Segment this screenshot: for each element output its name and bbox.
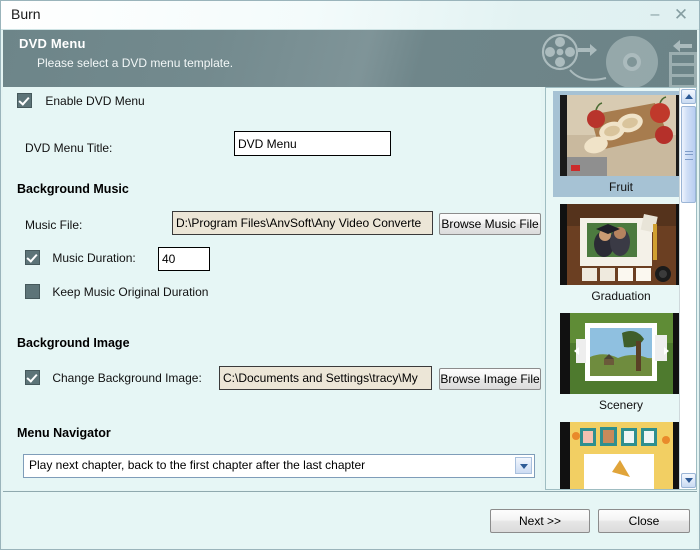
browse-music-file-button[interactable]: Browse Music File [439, 213, 541, 235]
scrollbar-thumb[interactable] [681, 106, 696, 203]
next-button[interactable]: Next >> [490, 509, 590, 533]
template-item-4[interactable] [553, 418, 689, 490]
music-duration-label: Music Duration: [52, 251, 135, 265]
enable-dvd-menu-checkbox[interactable] [17, 93, 32, 108]
dvd-menu-title-input[interactable] [234, 131, 391, 156]
arrow-left-icon [673, 40, 692, 52]
template-label-graduation: Graduation [553, 289, 689, 303]
template-list-panel: Fruit [545, 87, 697, 490]
arrow-right-icon [578, 44, 597, 56]
enable-dvd-menu-row[interactable]: Enable DVD Menu [17, 93, 145, 108]
keep-original-duration-label: Keep Music Original Duration [52, 285, 208, 299]
music-file-label-wrap: Music File: [25, 217, 82, 232]
music-file-label: Music File: [25, 218, 82, 232]
keep-original-duration-checkbox[interactable] [25, 284, 40, 299]
chevron-down-icon[interactable] [681, 473, 696, 488]
music-duration-row[interactable]: Music Duration: [25, 250, 136, 265]
background-image-heading: Background Image [17, 336, 130, 350]
page-header-banner: DVD Menu Please select a DVD menu templa… [3, 30, 697, 87]
title-bar: Burn – ✕ [1, 1, 699, 30]
keep-original-duration-row[interactable]: Keep Music Original Duration [25, 284, 208, 299]
template-item-graduation[interactable]: Graduation [553, 200, 689, 306]
burn-dialog-window: Burn – ✕ DVD Menu Please select a DVD me… [0, 0, 700, 550]
banner-artwork [532, 30, 697, 87]
close-icon[interactable]: ✕ [671, 5, 691, 25]
template-thumbnail-4[interactable] [560, 422, 683, 490]
music-duration-input[interactable] [158, 247, 210, 271]
music-duration-checkbox[interactable] [25, 250, 40, 265]
minimize-icon[interactable]: – [645, 5, 665, 25]
menu-navigator-heading: Menu Navigator [17, 426, 111, 440]
dvd-menu-title-label-wrap: DVD Menu Title: [25, 140, 112, 155]
scrollbar-grip [685, 151, 693, 160]
background-image-path-input[interactable] [219, 366, 432, 390]
template-label-scenery: Scenery [553, 398, 689, 412]
dvd-menu-title-label: DVD Menu Title: [25, 141, 112, 155]
menu-navigator-dropdown[interactable]: Play next chapter, back to the first cha… [23, 454, 535, 478]
template-thumbnail-scenery[interactable] [560, 313, 683, 394]
dialog-footer: Next >> Close [3, 491, 697, 550]
page-title: DVD Menu [19, 36, 86, 51]
browse-image-file-button[interactable]: Browse Image File [439, 368, 541, 390]
window-title: Burn [11, 6, 41, 22]
chevron-up-icon[interactable] [681, 89, 696, 104]
music-file-path-input[interactable] [172, 211, 433, 235]
background-music-heading: Background Music [17, 182, 129, 196]
template-thumbnail-graduation[interactable] [560, 204, 683, 285]
page-subtitle: Please select a DVD menu template. [37, 56, 233, 70]
template-label-fruit: Fruit [553, 180, 689, 194]
enable-dvd-menu-label: Enable DVD Menu [45, 94, 144, 108]
settings-form-panel: Enable DVD Menu DVD Menu Title: Backgrou… [3, 87, 541, 490]
dialog-body: Enable DVD Menu DVD Menu Title: Backgrou… [3, 87, 697, 549]
template-item-scenery[interactable]: Scenery [553, 309, 689, 415]
template-list-scrollbar[interactable] [679, 88, 696, 489]
menu-navigator-selected-value: Play next chapter, back to the first cha… [29, 458, 365, 472]
change-background-image-row[interactable]: Change Background Image: [25, 370, 202, 385]
change-background-image-checkbox[interactable] [25, 370, 40, 385]
change-background-image-label: Change Background Image: [52, 371, 201, 385]
template-thumbnail-fruit[interactable] [560, 95, 683, 176]
chevron-down-icon[interactable] [515, 457, 532, 474]
template-item-fruit[interactable]: Fruit [553, 91, 689, 197]
close-button[interactable]: Close [598, 509, 690, 533]
